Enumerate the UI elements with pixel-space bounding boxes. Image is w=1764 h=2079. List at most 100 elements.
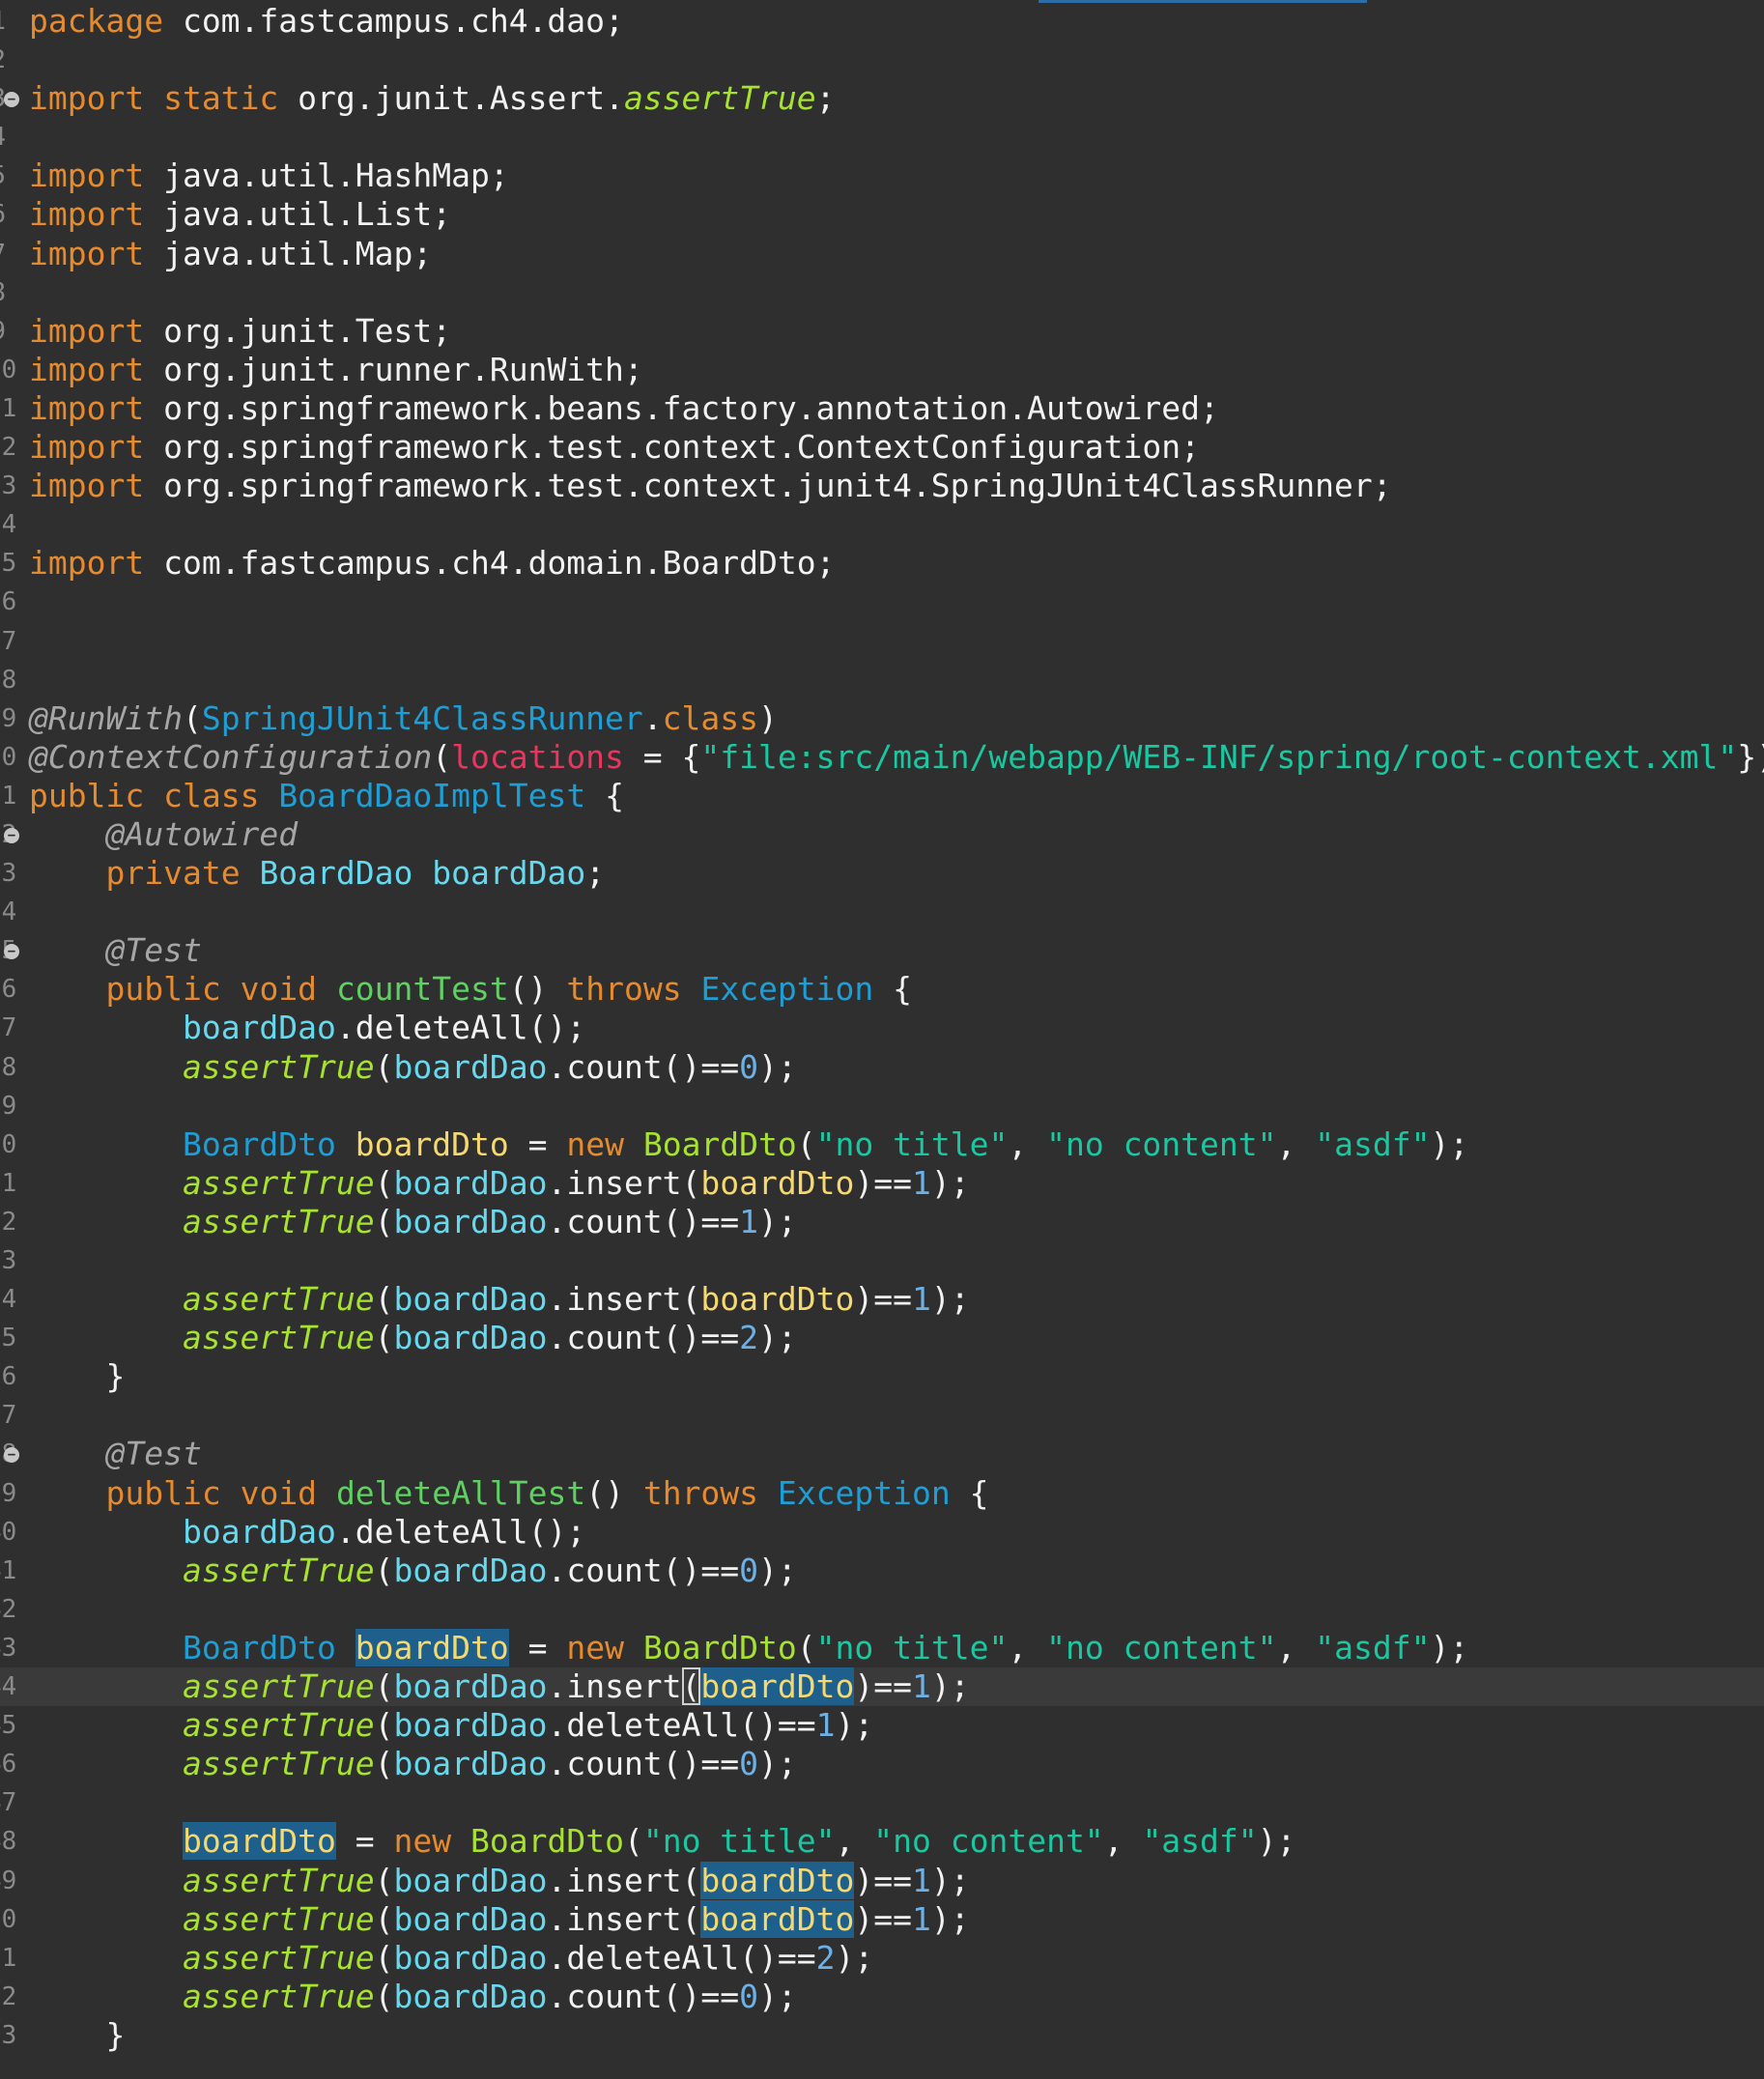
code-token: BoardDto — [642, 1628, 797, 1666]
code-line[interactable]: 4 — [0, 118, 1764, 157]
code-line[interactable]: 27 boardDao.deleteAll(); — [0, 1009, 1764, 1047]
code-line[interactable]: 5 import java.util.HashMap; — [0, 157, 1764, 195]
code-line[interactable]: 42 — [0, 1590, 1764, 1629]
code-line[interactable]: 16 — [0, 583, 1764, 621]
code-token: BoardDto — [182, 1628, 336, 1666]
code-line[interactable]: 43 BoardDto boardDto = new BoardDto("no … — [0, 1628, 1764, 1667]
line-number: 4 — [0, 118, 6, 157]
code-line[interactable]: 7 import java.util.Map; — [0, 235, 1764, 273]
code-line[interactable]: 25− @Test — [0, 931, 1764, 970]
code-line[interactable]: 33 — [0, 1241, 1764, 1280]
code-line[interactable]: 39 public void deleteAllTest() throws Ex… — [0, 1474, 1764, 1513]
code-token: boardDto — [700, 1861, 855, 1899]
line-content: public void countTest() throws Exception… — [29, 970, 912, 1009]
line-content: import java.util.HashMap; — [29, 157, 509, 195]
code-line[interactable]: 1 package com.fastcampus.ch4.dao; — [0, 2, 1764, 41]
code-line[interactable]: 30 BoardDto boardDto = new BoardDto("no … — [0, 1125, 1764, 1164]
code-line-current[interactable]: 44 assertTrue(boardDao.insert(boardDto)=… — [0, 1667, 1764, 1707]
code-token: locations — [451, 737, 624, 776]
code-token: 1 — [911, 1861, 931, 1899]
code-token: org.junit.Test; — [144, 311, 452, 350]
line-content: assertTrue(boardDao.insert(boardDto)==1)… — [29, 1667, 970, 1706]
code-line[interactable]: 9 import org.junit.Test; — [0, 312, 1764, 351]
code-line[interactable]: 50 assertTrue(boardDao.insert(boardDto)=… — [0, 1899, 1764, 1939]
code-line[interactable]: 36 } — [0, 1357, 1764, 1396]
code-token: boardDto — [355, 1628, 509, 1666]
code-token: 1 — [911, 1667, 931, 1706]
code-token: , — [1008, 1628, 1047, 1666]
code-line[interactable]: 45 assertTrue(boardDao.deleteAll()==1); — [0, 1706, 1764, 1745]
code-line[interactable]: 52 assertTrue(boardDao.count()==0); — [0, 1978, 1764, 2016]
line-number: 43 — [0, 1633, 17, 1663]
line-content: import org.junit.Test; — [29, 312, 451, 351]
code-token: , — [835, 1822, 874, 1861]
code-token: assertTrue — [182, 1899, 375, 1938]
code-line[interactable]: 35 assertTrue(boardDao.count()==2); — [0, 1319, 1764, 1357]
code-line[interactable]: 21 public class BoardDaoImplTest { — [0, 777, 1764, 815]
code-line[interactable]: 3−import static org.junit.Assert.assertT… — [0, 79, 1764, 118]
fold-collapse-icon[interactable]: − — [4, 92, 19, 108]
code-line[interactable]: 53 } — [0, 2016, 1764, 2055]
code-line[interactable]: 6 import java.util.List; — [0, 195, 1764, 234]
code-token: )== — [854, 1280, 912, 1319]
code-line[interactable]: 12 import org.springframework.test.contex… — [0, 428, 1764, 467]
code-line[interactable]: 41 assertTrue(boardDao.count()==0); — [0, 1552, 1764, 1590]
code-token: .insert( — [547, 1163, 701, 1202]
line-gutter: 26 — [0, 970, 27, 1009]
code-token: import — [29, 311, 145, 350]
code-line[interactable]: 15 import com.fastcampus.ch4.domain.Board… — [0, 544, 1764, 583]
code-line[interactable]: 18 — [0, 661, 1764, 699]
line-content: boardDto = new BoardDto("no title", "no … — [29, 1822, 1295, 1861]
code-line[interactable]: 49 assertTrue(boardDao.insert(boardDto)=… — [0, 1861, 1764, 1900]
code-line[interactable]: 46 assertTrue(boardDao.count()==0); — [0, 1745, 1764, 1783]
code-line[interactable]: 32 assertTrue(boardDao.count()==1); — [0, 1203, 1764, 1241]
code-token: BoardDto — [470, 1822, 624, 1861]
code-line[interactable]: 40 boardDao.deleteAll(); — [0, 1513, 1764, 1552]
fold-collapse-icon[interactable]: − — [4, 944, 19, 960]
code-line[interactable]: 2 — [0, 41, 1764, 79]
code-line[interactable]: 28 assertTrue(boardDao.count()==0); — [0, 1048, 1764, 1087]
code-token: = — [335, 1822, 394, 1861]
code-token: boardDto — [700, 1163, 855, 1202]
fold-collapse-icon[interactable]: − — [4, 1447, 19, 1464]
line-number: 36 — [0, 1362, 17, 1392]
line-gutter: 36 — [0, 1357, 27, 1396]
code-line[interactable]: 51 assertTrue(boardDao.deleteAll()==2); — [0, 1939, 1764, 1978]
code-line[interactable]: 8 — [0, 273, 1764, 312]
code-line[interactable]: 13 import org.springframework.test.contex… — [0, 467, 1764, 505]
fold-collapse-icon[interactable]: − — [4, 827, 19, 843]
code-line[interactable]: 22− @Autowired — [0, 815, 1764, 854]
code-line[interactable]: 48 boardDto = new BoardDto("no title", "… — [0, 1822, 1764, 1861]
code-token: = — [508, 1125, 567, 1163]
line-number: 13 — [0, 471, 17, 501]
code-token: boardDto — [182, 1822, 336, 1861]
line-gutter: 29 — [0, 1087, 27, 1125]
line-number: 24 — [0, 897, 17, 927]
code-line[interactable]: 34 assertTrue(boardDao.insert(boardDto)=… — [0, 1280, 1764, 1319]
code-area[interactable]: 1package com.fastcampus.ch4.dao;23−impor… — [0, 2, 1764, 2055]
code-token: assertTrue — [182, 1280, 375, 1319]
code-line[interactable]: 37 — [0, 1396, 1764, 1435]
line-content: BoardDto boardDto = new BoardDto("no tit… — [29, 1628, 1468, 1667]
code-line[interactable]: 20 @ContextConfiguration(locations = {"fi… — [0, 738, 1764, 777]
code-line[interactable]: 29 — [0, 1087, 1764, 1125]
code-line[interactable]: 26 public void countTest() throws Except… — [0, 970, 1764, 1009]
code-line[interactable]: 14 — [0, 505, 1764, 544]
code-line[interactable]: 24 — [0, 893, 1764, 931]
code-line[interactable]: 31 assertTrue(boardDao.insert(boardDto)=… — [0, 1164, 1764, 1203]
line-number: 32 — [0, 1207, 17, 1237]
code-token: ( — [623, 1822, 643, 1861]
line-number: 18 — [0, 665, 17, 695]
code-line[interactable]: 38− @Test — [0, 1435, 1764, 1473]
code-line[interactable]: 19 @RunWith(SpringJUnit4ClassRunner.class… — [0, 699, 1764, 738]
line-number: 5 — [0, 157, 6, 195]
code-token: )== — [854, 1667, 912, 1706]
code-line[interactable]: 23 private BoardDao boardDao; — [0, 854, 1764, 893]
code-line[interactable]: 47 — [0, 1783, 1764, 1822]
code-line[interactable]: 11 import org.springframework.beans.facto… — [0, 389, 1764, 428]
code-editor[interactable]: 1package com.fastcampus.ch4.dao;23−impor… — [0, 0, 1764, 2079]
code-line[interactable]: 10 import org.junit.runner.RunWith; — [0, 351, 1764, 389]
code-line[interactable]: 17 — [0, 622, 1764, 661]
